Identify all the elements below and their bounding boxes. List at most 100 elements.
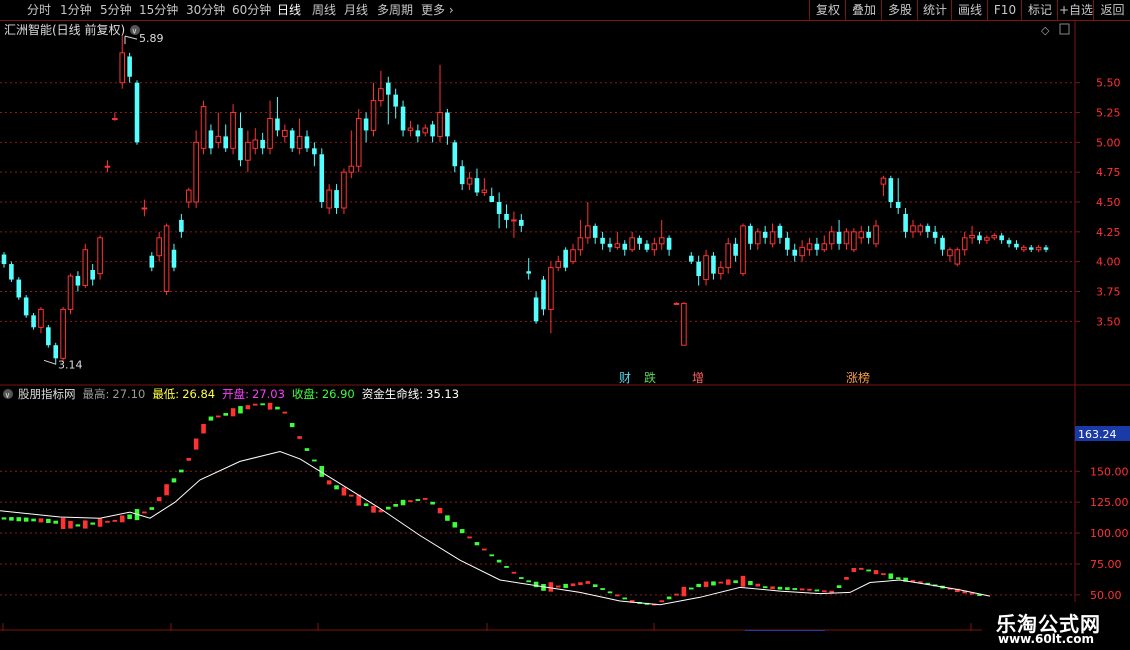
candle: [977, 231, 982, 244]
event-tag-drop: 跌: [644, 370, 656, 385]
candle: [319, 148, 325, 208]
indicator-candle: [16, 517, 22, 522]
indicator-candle-body: [208, 416, 214, 421]
candle-body: [112, 117, 118, 120]
candle: [570, 243, 576, 265]
candle: [1014, 240, 1019, 250]
indicator-candle-body: [38, 518, 44, 523]
candle-body: [46, 327, 51, 346]
candle: [370, 82, 377, 137]
indicator-candle-body: [799, 588, 805, 591]
indicator-candle: [607, 591, 613, 594]
candle: [163, 223, 170, 296]
candle-body: [940, 237, 945, 250]
restore-rights-button[interactable]: 复权: [809, 0, 846, 20]
period-more-tab[interactable]: 更多 ›: [421, 2, 454, 18]
candle: [385, 76, 391, 125]
watermark-url: www.60lt.com: [998, 632, 1095, 646]
candle: [208, 124, 214, 155]
candle: [82, 243, 89, 288]
indicator-field-value: 27.03: [252, 387, 285, 401]
indicator-candle: [844, 576, 849, 580]
indicator-candle: [570, 583, 576, 587]
candle-body: [326, 189, 332, 209]
candle-body: [1035, 246, 1042, 251]
candle-body: [792, 249, 798, 256]
statistics-button[interactable]: 统计: [917, 0, 952, 20]
candle-body: [481, 189, 488, 193]
indicator-candle-body: [46, 518, 51, 523]
candle-body: [304, 136, 310, 149]
indicator-field-label: 收盘:: [292, 387, 319, 401]
period-5min-tab[interactable]: 5分钟: [100, 2, 132, 18]
candle-body: [1014, 243, 1019, 248]
chevron-down-icon: ∨: [5, 391, 11, 400]
price-tick-label: 5.50: [1096, 77, 1121, 90]
back-button[interactable]: 返回: [1093, 0, 1130, 20]
period-daily-tab[interactable]: 日线: [277, 2, 301, 18]
candle-body: [880, 177, 887, 185]
chart-frame: [0, 21, 1130, 631]
add-watchlist-button[interactable]: +自选: [1057, 0, 1094, 20]
period-multi-tab[interactable]: 多周期: [377, 2, 413, 18]
period-intraday-tab[interactable]: 分时: [27, 2, 51, 18]
candle-body: [836, 231, 842, 244]
candle: [925, 223, 931, 238]
period-30min-tab[interactable]: 30分钟: [186, 2, 225, 18]
indicator-candle-body: [674, 593, 679, 596]
candle-body: [245, 141, 251, 161]
candle: [851, 228, 857, 253]
indicator-candle-body: [607, 591, 613, 594]
candle: [275, 97, 280, 137]
candle: [577, 219, 584, 256]
price-tick-label: 3.50: [1096, 315, 1121, 328]
indicator-candle: [615, 594, 620, 597]
candle: [97, 235, 103, 280]
candle: [437, 64, 443, 143]
indicator-candle-body: [777, 586, 783, 590]
candle-body: [67, 275, 74, 310]
candle: [296, 118, 303, 155]
candle-body: [1043, 247, 1049, 250]
candle: [511, 211, 517, 238]
candle: [119, 36, 126, 89]
indicator-candle-body: [282, 411, 288, 414]
candle-body: [821, 243, 828, 251]
indicator-candle-body: [119, 515, 125, 523]
indicator-field-value: 35.13: [426, 387, 459, 401]
candle: [200, 100, 207, 155]
indicator-candle-body: [82, 520, 88, 529]
price-tick-label: 4.75: [1096, 166, 1121, 179]
indicator-candle: [696, 583, 701, 588]
indicator-candle: [459, 529, 465, 534]
candle: [149, 252, 155, 272]
indicator-candle-body: [275, 406, 280, 410]
indicator-candle: [341, 487, 347, 496]
candle-body: [141, 207, 148, 210]
mark-button[interactable]: 标记: [1021, 0, 1058, 20]
period-60min-tab[interactable]: 60分钟: [232, 2, 271, 18]
indicator-candle: [97, 518, 103, 527]
period-monthly-tab[interactable]: 月线: [344, 2, 368, 18]
indicator-candle-body: [53, 520, 59, 524]
indicator-candle-body: [807, 588, 812, 591]
indicator-candle: [888, 573, 894, 579]
indicator-candle: [592, 584, 598, 588]
indicator-candle-body: [422, 497, 428, 500]
candle: [555, 255, 562, 272]
f10-button[interactable]: F10: [987, 0, 1022, 20]
indicator-candle-body: [393, 503, 398, 507]
multi-stock-button[interactable]: 多股: [881, 0, 918, 20]
candle: [378, 70, 384, 107]
indicator-candle-body: [740, 575, 746, 587]
candle: [134, 80, 140, 145]
draw-line-button[interactable]: 画线: [951, 0, 988, 20]
candle-body: [991, 234, 998, 239]
candle: [60, 307, 66, 361]
indicator-candle: [186, 458, 192, 461]
candle: [1021, 244, 1027, 253]
period-15min-tab[interactable]: 15分钟: [139, 2, 178, 18]
period-1min-tab[interactable]: 1分钟: [60, 2, 92, 18]
period-weekly-tab[interactable]: 周线: [312, 2, 336, 18]
overlay-button[interactable]: 叠加: [845, 0, 882, 20]
